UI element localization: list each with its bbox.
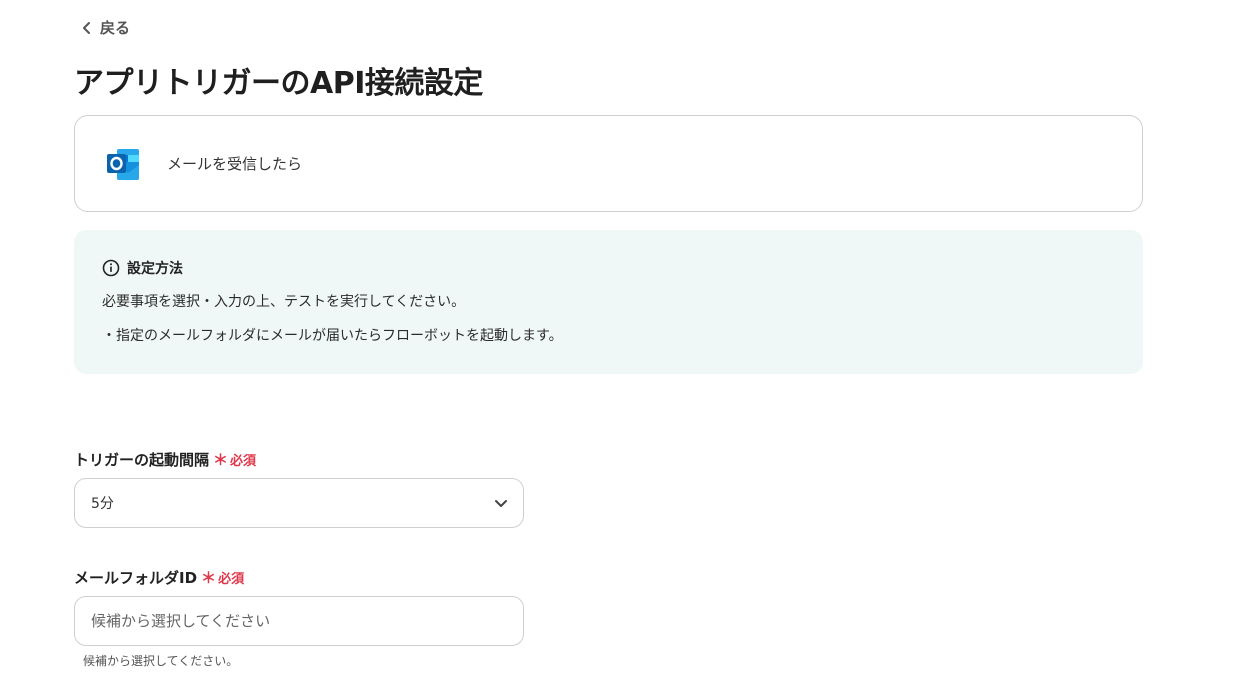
page: 戻る アプリトリガーのAPI接続設定 メールを受信したら 設定方法 必要事項を選…: [0, 0, 1242, 698]
interval-select[interactable]: 5分: [74, 478, 524, 528]
interval-select-value: 5分: [91, 496, 114, 512]
info-line: ・指定のメールフォルダにメールが届いたらフローボットを起動します。: [102, 328, 563, 344]
back-label: 戻る: [100, 19, 131, 37]
chevron-down-icon: [495, 500, 507, 507]
required-text: 必須: [230, 454, 257, 469]
trigger-label: メールを受信したら: [167, 155, 303, 173]
folder-id-label-text: メールフォルダID: [74, 569, 198, 587]
back-link[interactable]: 戻る: [80, 17, 130, 38]
info-line: 必要事項を選択・入力の上、テストを実行してください。: [102, 294, 466, 310]
required-text: 必須: [218, 572, 245, 587]
required-asterisk: ＊: [213, 451, 229, 469]
app-trigger-card: メールを受信したら: [74, 115, 1143, 212]
setup-info-box: 設定方法 必要事項を選択・入力の上、テストを実行してください。 ・指定のメールフ…: [74, 230, 1143, 374]
required-badge: ＊ 必須: [201, 567, 244, 588]
info-heading: 設定方法: [102, 258, 1143, 278]
folder-id-label: メールフォルダID ＊ 必須: [74, 567, 244, 588]
folder-id-input[interactable]: [74, 596, 524, 646]
folder-id-help-text: 候補から選択してください。: [83, 654, 239, 668]
interval-label-text: トリガーの起動間隔: [74, 451, 210, 469]
outlook-icon: [107, 148, 139, 180]
chevron-left-icon: [83, 21, 90, 34]
info-icon: [102, 259, 120, 277]
page-title: アプリトリガーのAPI接続設定: [74, 66, 483, 101]
required-badge: ＊ 必須: [213, 449, 256, 470]
interval-label: トリガーの起動間隔 ＊ 必須: [74, 449, 256, 470]
required-asterisk: ＊: [201, 569, 217, 587]
info-heading-text: 設定方法: [127, 261, 183, 277]
